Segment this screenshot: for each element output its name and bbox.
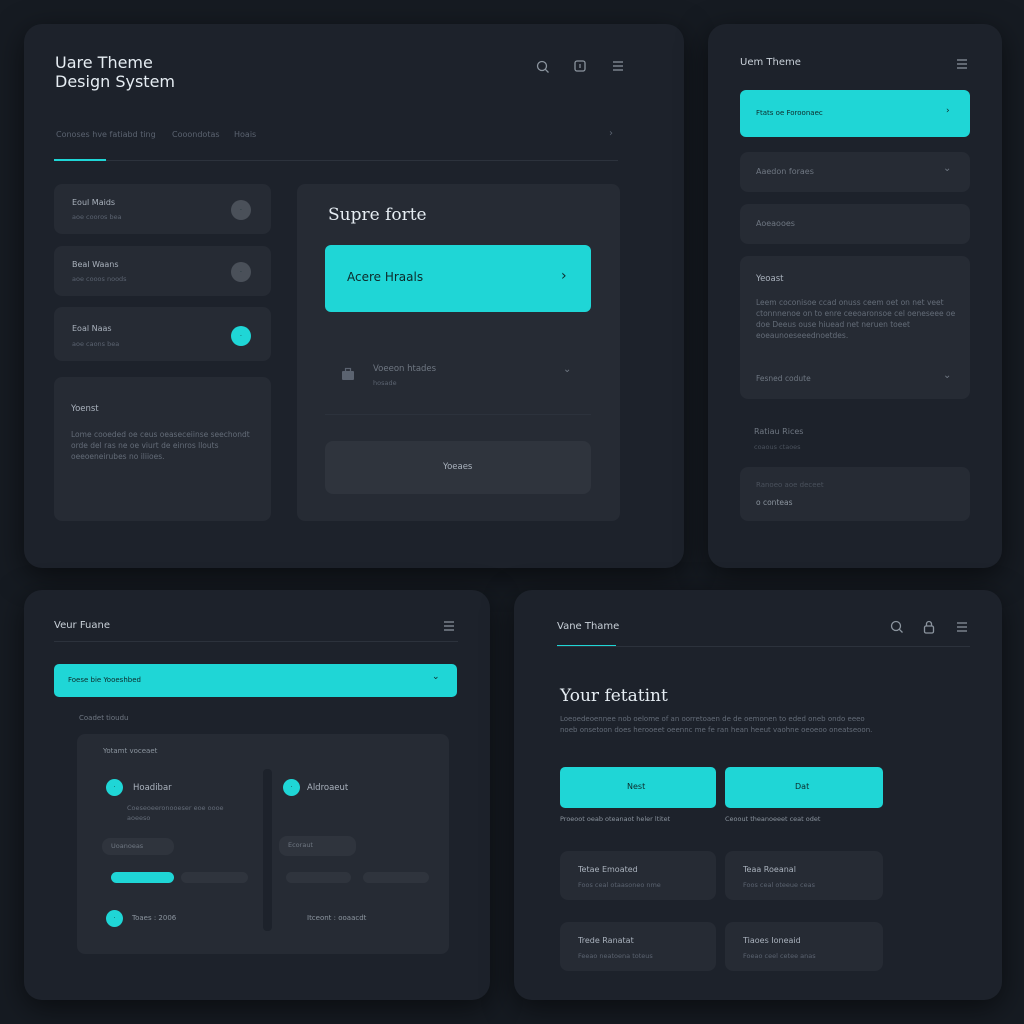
chevron-right-icon: › — [946, 106, 950, 116]
list-item[interactable]: Beal Waans aoe cooos noods · — [54, 246, 271, 296]
active-tab-indicator — [54, 159, 106, 161]
square-icon[interactable] — [572, 58, 588, 74]
feature-tile[interactable]: Tetae Emoated Foos ceal otaasoneo nme — [560, 851, 716, 900]
list-item[interactable]: Eoal Naas aoe caons bea · — [54, 307, 271, 361]
step-dot: · — [106, 779, 123, 796]
column-divider — [263, 769, 272, 931]
next-button[interactable]: Nest — [560, 767, 716, 808]
progress-track — [286, 872, 351, 883]
menu-icon[interactable] — [441, 618, 457, 634]
landing-panel: Vane Thame Your fetatint Loeoedeoennee n… — [514, 590, 1002, 1000]
step-dot: · — [106, 910, 123, 927]
chevron-right-icon[interactable]: › — [609, 128, 613, 139]
design-system-panel: Uare Theme Design System Conoses hve fat… — [24, 24, 684, 568]
tag-chip[interactable]: Uoanoeas — [102, 838, 174, 855]
info-card: Yeoast Leem coconisoe ccad onuss ceem oe… — [740, 256, 970, 399]
status-dot: · — [231, 262, 251, 282]
panel-title-line1: Uare Theme — [55, 53, 153, 72]
primary-nav-item[interactable]: Ftats oe Foroonaec › — [740, 90, 970, 137]
chevron-down-icon[interactable]: ⌄ — [943, 370, 951, 381]
secondary-button[interactable]: Yoeaes — [325, 441, 591, 494]
tab-hooks[interactable]: Hoais — [234, 130, 256, 139]
info-card: Yoenst Lome cooeded oe ceus oeaseceiinse… — [54, 377, 271, 521]
menu-icon[interactable] — [954, 619, 970, 635]
bottom-card[interactable]: Ranoeo aoe deceet o conteas — [740, 467, 970, 521]
search-icon[interactable] — [535, 59, 551, 75]
feature-tile[interactable]: Teaa Roeanal Foos ceal oteeue ceas — [725, 851, 883, 900]
primary-nav-item[interactable]: Foese bie Yooeshbed ⌄ — [54, 664, 457, 697]
briefcase-icon — [340, 366, 356, 382]
panel-title: Uem Theme — [740, 57, 801, 68]
progress-track — [363, 872, 429, 883]
progress-track — [181, 872, 248, 883]
feature-tile[interactable]: Tiaoes Ioneaid Foeao ceel cetee anas — [725, 922, 883, 971]
tag-chip[interactable]: Ecoraut — [279, 836, 356, 856]
panel-title: Veur Fuane — [54, 620, 111, 631]
feature-panel: Veur Fuane Foese bie Yooeshbed ⌄ Coadet … — [24, 590, 490, 1000]
menu-icon[interactable] — [954, 56, 970, 72]
tab-divider — [54, 160, 618, 161]
primary-action-button[interactable]: Acere Hraals › — [325, 245, 591, 312]
lock-icon[interactable] — [921, 619, 937, 635]
status-dot-active: · — [231, 326, 251, 346]
panel-title: Vane Thame — [557, 621, 620, 632]
tab-components[interactable]: Cooondotas — [172, 130, 220, 139]
progress-fill — [111, 872, 174, 883]
feature-card-title: Supre forte — [328, 205, 427, 225]
data-button[interactable]: Dat — [725, 767, 883, 808]
tab-overview[interactable]: Conoses hve fatiabd ting — [56, 130, 156, 139]
menu-icon[interactable] — [610, 58, 626, 74]
chevron-down-icon: ⌄ — [432, 672, 440, 682]
detail-card: Yotamt voceaet · Hoadibar Coeseoeeronooe… — [77, 734, 449, 954]
status-dot: · — [231, 200, 251, 220]
feature-card: Supre forte Acere Hraals › Voeeon htades… — [297, 184, 620, 521]
step-dot: · — [283, 779, 300, 796]
chevron-right-icon: › — [561, 268, 567, 284]
chevron-down-icon[interactable]: ⌄ — [563, 364, 571, 375]
panel-title-line2: Design System — [55, 72, 175, 91]
nav-item[interactable]: Aaedon foraes ⌄ — [740, 152, 970, 192]
page-heading: Your fetatint — [560, 686, 668, 706]
nav-item[interactable]: Aoeaooes — [740, 204, 970, 244]
feature-tile[interactable]: Trede Ranatat Feeao neatoena toteus — [560, 922, 716, 971]
search-icon[interactable] — [889, 619, 905, 635]
theme-sidebar-panel: Uem Theme Ftats oe Foroonaec › Aaedon fo… — [708, 24, 1002, 568]
chevron-down-icon: ⌄ — [943, 163, 952, 174]
list-item[interactable]: Eoul Maids aoe cooros bea · — [54, 184, 271, 234]
